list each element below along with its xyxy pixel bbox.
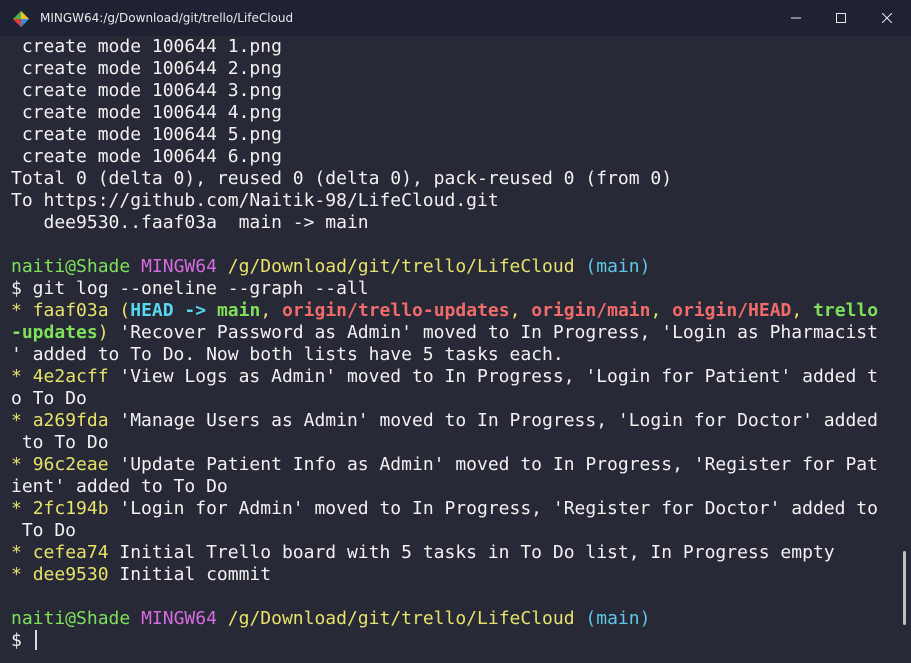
commit-hash: cefea74 [32, 542, 109, 563]
output-line: create mode 100644 3.png [11, 80, 282, 101]
terminal-lines: create mode 100644 1.png create mode 100… [11, 36, 878, 652]
commit-message: 'View Logs as Admin' moved to In Progres… [108, 366, 878, 387]
graph-star: * [11, 564, 33, 585]
prompt-symbol: $ [11, 630, 33, 651]
log-line: * 2fc194b 'Login for Admin' moved to In … [11, 498, 878, 520]
ref-origin-head: origin/HEAD [672, 300, 792, 321]
close-icon [882, 13, 892, 23]
close-button[interactable] [864, 0, 910, 36]
log-line: to To Do [11, 432, 109, 453]
output-line: create mode 100644 2.png [11, 58, 282, 79]
prompt-user: naiti@Shade [11, 608, 131, 629]
commit-hash: 4e2acff [32, 366, 109, 387]
title-bar[interactable]: MINGW64:/g/Download/git/trello/LifeCloud [0, 0, 911, 36]
ref-origin-main: origin/main [531, 300, 651, 321]
output-line: create mode 100644 1.png [11, 36, 282, 57]
commit-message: Initial commit [108, 564, 272, 585]
log-line: * cefea74 Initial Trello board with 5 ta… [11, 542, 878, 564]
ref-arrow: -> [173, 300, 217, 321]
log-line: ient' added to To Do [11, 476, 228, 497]
commit-hash: a269fda [32, 410, 109, 431]
prompt-env: MINGW64 [141, 256, 217, 277]
prompt-branch: (main) [585, 256, 651, 277]
log-line: * 96c2eae 'Update Patient Info as Admin'… [11, 454, 878, 476]
graph-star: * [11, 454, 33, 475]
graph-star: * [11, 542, 33, 563]
window-title: MINGW64:/g/Download/git/trello/LifeCloud [40, 11, 294, 25]
ref-sep: , [650, 300, 673, 321]
commit-hash: dee9530 [32, 564, 109, 585]
terminal-output[interactable]: create mode 100644 1.png create mode 100… [0, 36, 898, 663]
prompt-user: naiti@Shade [11, 256, 131, 277]
ref-sep: , [509, 300, 532, 321]
ref-main: main [216, 300, 261, 321]
graph-star: * [11, 498, 33, 519]
prompt-branch: (main) [585, 608, 651, 629]
commit-message: 'Manage Users as Admin' moved to In Prog… [108, 410, 878, 431]
prompt-path: /g/Download/git/trello/LifeCloud [227, 608, 575, 629]
terminal-window: MINGW64:/g/Download/git/trello/LifeCloud… [0, 0, 911, 663]
prompt-line: naiti@Shade MINGW64 /g/Download/git/trel… [11, 256, 878, 278]
output-line: create mode 100644 6.png [11, 146, 282, 167]
ref-origin-trello-updates: origin/trello-updates [282, 300, 510, 321]
output-line: create mode 100644 5.png [11, 124, 282, 145]
commit-hash: faaf03a [32, 300, 109, 321]
text-cursor [34, 630, 37, 650]
log-line: * dee9530 Initial commit [11, 564, 878, 586]
output-line: create mode 100644 4.png [11, 102, 282, 123]
log-line: To Do [11, 520, 77, 541]
graph-star: * [11, 410, 33, 431]
ref-trello-updates: trello [813, 300, 879, 321]
log-line: * 4e2acff 'View Logs as Admin' moved to … [11, 366, 878, 388]
commit-message: 'Recover Password as Admin' moved to In … [108, 322, 878, 343]
maximize-icon [836, 13, 846, 23]
ref-trello-updates-cont: -updates [11, 322, 98, 343]
minimize-button[interactable] [773, 0, 819, 36]
commit-hash: 96c2eae [32, 454, 109, 475]
command-line: $ git log --oneline --graph --all [11, 278, 369, 299]
log-line: o To Do [11, 388, 87, 409]
minimize-icon [791, 17, 801, 19]
ref-sep: , [791, 300, 814, 321]
commit-message: 'Update Patient Info as Admin' moved to … [108, 454, 878, 475]
commit-message: Initial Trello board with 5 tasks in To … [108, 542, 835, 563]
output-line: To https://github.com/Naitik-98/LifeClou… [11, 190, 499, 211]
output-line: dee9530..faaf03a main -> main [11, 212, 369, 233]
ref-sep: , [260, 300, 282, 321]
maximize-button[interactable] [818, 0, 864, 36]
commit-message: 'Login for Admin' moved to In Progress, … [108, 498, 878, 519]
output-line: Total 0 (delta 0), reused 0 (delta 0), p… [11, 168, 673, 189]
graph-star: * [11, 366, 33, 387]
log-line: ' added to To Do. Now both lists have 5 … [11, 344, 564, 365]
ref-head: HEAD [130, 300, 174, 321]
ref-close: ) [97, 322, 109, 343]
log-line: * faaf03a (HEAD -> main, origin/trello-u… [11, 300, 878, 322]
log-line: -updates) 'Recover Password as Admin' mo… [11, 322, 878, 344]
prompt-path: /g/Download/git/trello/LifeCloud [227, 256, 575, 277]
prompt-line: naiti@Shade MINGW64 /g/Download/git/trel… [11, 608, 878, 630]
graph-star: * [11, 300, 33, 321]
commit-hash: 2fc194b [32, 498, 109, 519]
log-line: * a269fda 'Manage Users as Admin' moved … [11, 410, 878, 432]
input-line[interactable]: $ [11, 630, 878, 652]
git-bash-icon [13, 11, 29, 27]
prompt-env: MINGW64 [141, 608, 217, 629]
scrollbar-thumb[interactable] [903, 551, 906, 625]
ref-open: ( [108, 300, 131, 321]
